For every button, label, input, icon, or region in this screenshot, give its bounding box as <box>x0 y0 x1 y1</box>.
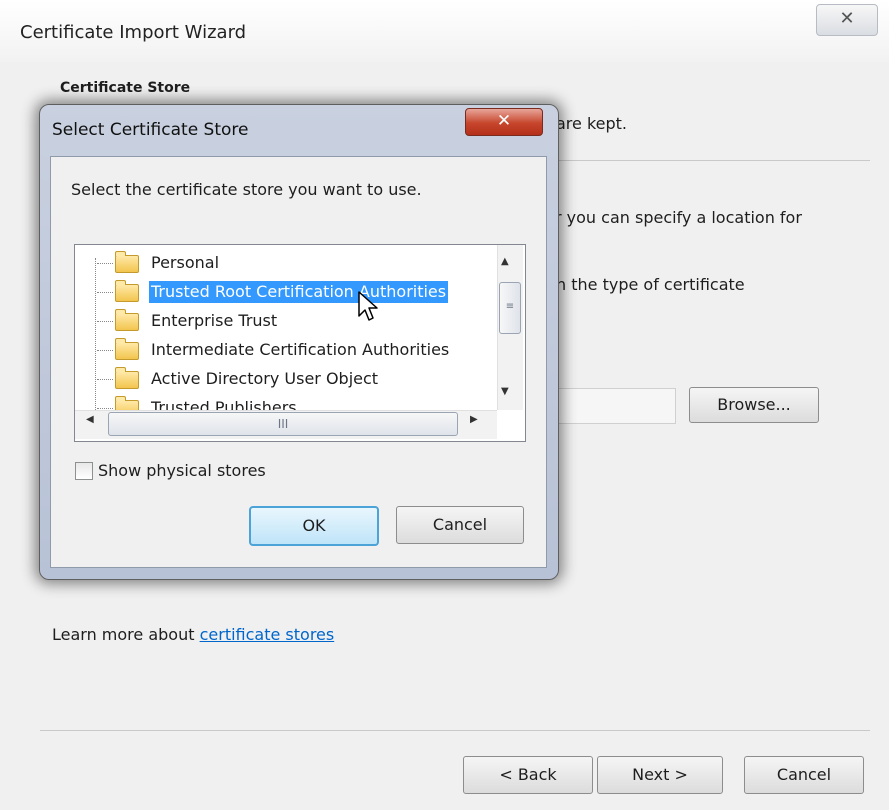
wizard-title: Certificate Import Wizard <box>20 22 247 43</box>
ok-button[interactable]: OK <box>249 506 379 546</box>
tree-item-label: Active Directory User Object <box>151 369 379 388</box>
back-button[interactable]: < Back <box>463 756 593 794</box>
certificate-store-field[interactable] <box>555 388 676 424</box>
folder-icon <box>115 309 139 331</box>
footer-divider <box>40 730 870 731</box>
tree-connector-line <box>95 258 96 412</box>
learn-more-prefix: Learn more about <box>52 625 200 644</box>
tree-item[interactable]: Intermediate Certification Authorities <box>75 338 495 364</box>
section-title: Certificate Store <box>60 80 191 96</box>
folder-icon <box>115 280 139 302</box>
description-text-fragment: n the type of certificate <box>556 275 745 294</box>
wizard-close-button[interactable]: ✕ <box>816 4 878 36</box>
wizard-cancel-button[interactable]: Cancel <box>744 756 864 794</box>
tree-item[interactable]: Enterprise Trust <box>75 309 495 335</box>
tree-connector <box>97 321 113 322</box>
learn-more-text: Learn more about certificate stores <box>52 625 334 644</box>
tree-item[interactable]: Trusted Root Certification Authorities <box>75 280 495 306</box>
folder-icon <box>115 367 139 389</box>
certificate-stores-link[interactable]: certificate stores <box>200 625 335 644</box>
description-text-fragment: are kept. <box>556 114 628 133</box>
scroll-up-arrow-icon[interactable]: ▲ <box>501 256 509 267</box>
cursor-icon <box>358 291 378 321</box>
show-physical-stores-label: Show physical stores <box>98 461 266 480</box>
tree-connector <box>97 350 113 351</box>
browse-button[interactable]: Browse... <box>689 387 819 423</box>
show-physical-stores-checkbox[interactable] <box>75 462 93 480</box>
tree-item[interactable]: Active Directory User Object <box>75 367 495 393</box>
close-icon: ✕ <box>496 111 512 131</box>
tree-connector <box>97 263 113 264</box>
description-text-fragment: r you can specify a location for <box>555 208 802 227</box>
dialog-title: Select Certificate Store <box>52 120 249 140</box>
tree-connector <box>97 379 113 380</box>
scroll-down-arrow-icon[interactable]: ▼ <box>501 386 509 397</box>
tree-item[interactable]: Personal <box>75 251 495 277</box>
scroll-right-arrow-icon[interactable]: ▶ <box>470 414 478 425</box>
dialog-cancel-button[interactable]: Cancel <box>396 506 524 544</box>
tree-item-label: Personal <box>151 253 220 272</box>
tree-connector <box>97 408 113 409</box>
tree-item-label: Intermediate Certification Authorities <box>151 340 450 359</box>
next-button[interactable]: Next > <box>597 756 723 794</box>
vertical-scroll-thumb[interactable]: ≡ <box>499 282 521 334</box>
folder-icon <box>115 338 139 360</box>
tree-connector <box>97 292 113 293</box>
tree-item-label: Enterprise Trust <box>151 311 278 330</box>
dialog-prompt: Select the certificate store you want to… <box>71 180 422 199</box>
scroll-left-arrow-icon[interactable]: ◀ <box>86 414 94 425</box>
folder-icon <box>115 251 139 273</box>
close-icon: ✕ <box>839 8 855 29</box>
dialog-close-button[interactable]: ✕ <box>465 108 543 136</box>
horizontal-scroll-thumb[interactable]: III <box>108 412 458 436</box>
tree-item-label: Trusted Root Certification Authorities <box>149 281 449 303</box>
